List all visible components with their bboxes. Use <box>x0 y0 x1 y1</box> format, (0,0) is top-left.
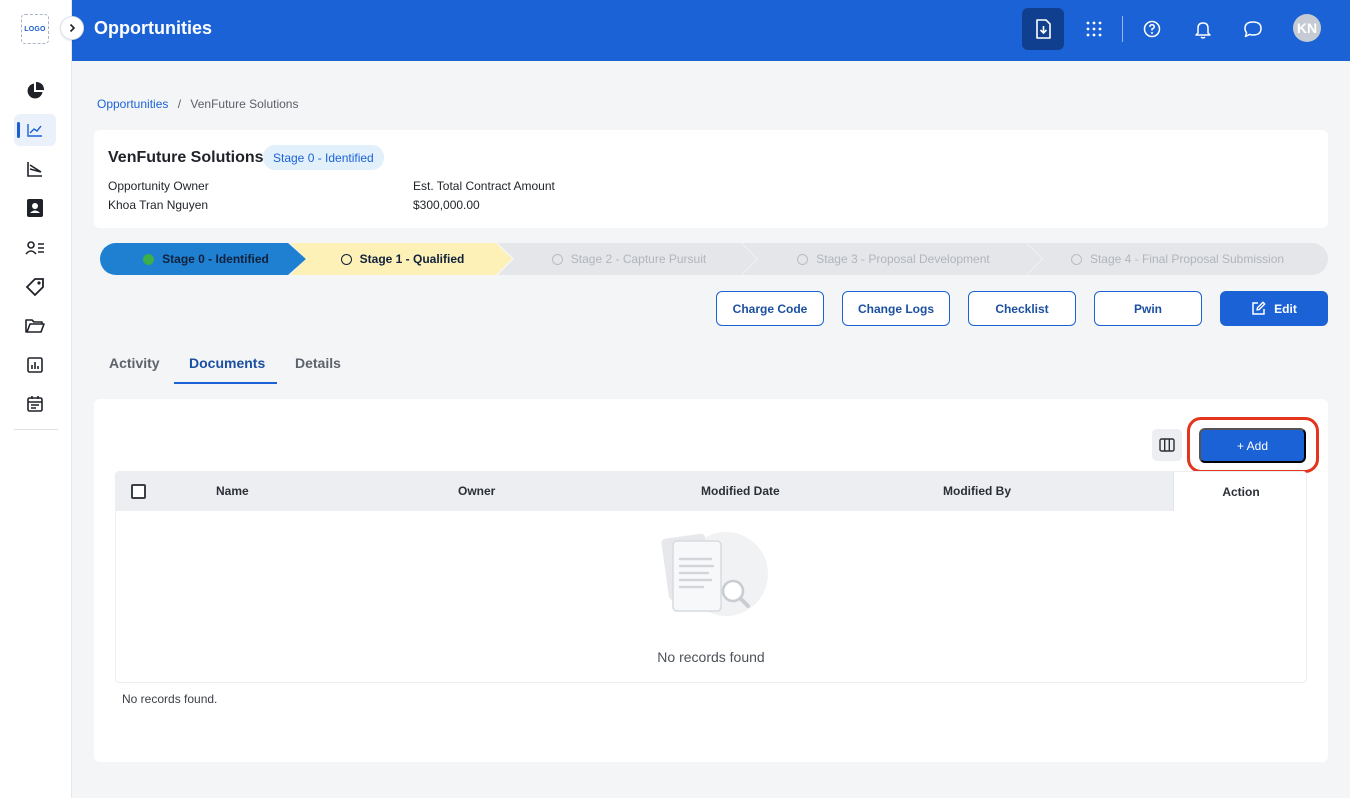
sidebar-item-contacts[interactable] <box>14 192 56 224</box>
table-footer-status: No records found. <box>122 692 218 706</box>
download-button[interactable] <box>1022 8 1064 50</box>
header-divider <box>1122 16 1123 42</box>
change-logs-button[interactable]: Change Logs <box>842 291 950 326</box>
stage-pending-dot-icon <box>797 253 809 265</box>
page-title: Opportunities <box>94 18 212 38</box>
sidebar-item-files[interactable] <box>14 310 56 342</box>
stage-label: Stage 1 - Qualified <box>359 252 465 266</box>
help-icon <box>1143 20 1161 38</box>
stage-current-dot-icon <box>340 253 352 265</box>
tab-documents[interactable]: Documents <box>189 355 265 371</box>
notifications-button[interactable] <box>1182 8 1224 50</box>
breadcrumb-link-opportunities[interactable]: Opportunities <box>97 97 168 111</box>
funnel-chart-icon <box>27 162 42 177</box>
edit-button-label: Edit <box>1274 301 1297 316</box>
top-header: Opportunities KN <box>72 0 1350 61</box>
column-header-owner[interactable]: Owner <box>458 484 495 498</box>
stage-label: Stage 2 - Capture Pursuit <box>570 252 707 266</box>
columns-icon <box>1159 438 1175 452</box>
stage-complete-dot-icon <box>143 253 155 265</box>
help-button[interactable] <box>1131 8 1173 50</box>
stage-pending-dot-icon <box>551 253 563 265</box>
stage-badge: Stage 0 - Identified <box>263 145 384 170</box>
sidebar-item-users[interactable] <box>14 232 56 264</box>
opportunity-summary-card: VenFuture Solutions Stage 0 - Identified… <box>94 130 1328 228</box>
sidebar-divider <box>14 429 58 430</box>
tag-icon <box>25 278 44 297</box>
sidebar-item-calendar[interactable] <box>14 388 56 420</box>
breadcrumb: Opportunities / VenFuture Solutions <box>97 97 298 111</box>
contact-card-icon <box>27 199 43 217</box>
checklist-button[interactable]: Checklist <box>968 291 1076 326</box>
opportunity-name: VenFuture Solutions <box>108 149 264 166</box>
apps-grid-icon <box>1086 21 1102 37</box>
breadcrumb-current: VenFuture Solutions <box>190 97 299 111</box>
empty-state-message: No records found <box>657 649 765 665</box>
pie-chart-icon <box>27 81 45 99</box>
tab-details[interactable]: Details <box>295 355 341 371</box>
owner-label: Opportunity Owner <box>108 179 209 193</box>
user-avatar[interactable]: KN <box>1293 14 1321 42</box>
stage-2[interactable]: Stage 2 - Capture Pursuit <box>498 243 757 275</box>
bell-icon <box>1195 21 1211 39</box>
stage-progress-bar: Stage 0 - Identified Stage 1 - Qualified… <box>100 243 1328 275</box>
stage-label: Stage 3 - Proposal Development <box>816 252 990 266</box>
add-document-button[interactable]: + Add <box>1199 428 1306 463</box>
bar-chart-icon <box>27 357 43 373</box>
edit-icon <box>1252 301 1266 315</box>
column-header-name[interactable]: Name <box>216 484 249 498</box>
app-logo: LOGO <box>21 14 49 44</box>
pwin-button[interactable]: Pwin <box>1094 291 1202 326</box>
chevron-right-icon <box>69 23 76 33</box>
stage-3[interactable]: Stage 3 - Proposal Development <box>742 243 1042 275</box>
sidebar: LOGO <box>0 0 72 798</box>
sidebar-expand-button[interactable] <box>60 16 84 40</box>
column-header-modified-by[interactable]: Modified By <box>943 484 1011 498</box>
chat-icon <box>1244 20 1262 37</box>
download-icon <box>1036 19 1051 39</box>
sidebar-item-reports[interactable] <box>14 349 56 381</box>
stage-1[interactable]: Stage 1 - Qualified <box>290 243 512 275</box>
sidebar-item-deals[interactable] <box>14 271 56 303</box>
column-header-action: Action <box>1173 472 1306 511</box>
table-header: Name Owner Modified Date Modified By Act… <box>116 472 1306 511</box>
stage-0[interactable]: Stage 0 - Identified <box>100 243 306 275</box>
documents-panel: + Add Name Owner Modified Date Modified … <box>94 399 1328 762</box>
column-settings-button[interactable] <box>1152 429 1182 461</box>
documents-table: Name Owner Modified Date Modified By Act… <box>115 471 1307 683</box>
user-list-icon <box>25 241 44 255</box>
apps-menu-button[interactable] <box>1073 8 1115 50</box>
column-header-modified-date[interactable]: Modified Date <box>701 484 780 498</box>
calendar-icon <box>27 396 43 412</box>
breadcrumb-separator: / <box>177 97 182 111</box>
active-tab-indicator <box>174 382 277 384</box>
stage-4[interactable]: Stage 4 - Final Proposal Submission <box>1027 243 1328 275</box>
sidebar-item-pipeline[interactable] <box>14 153 56 185</box>
stage-label: Stage 0 - Identified <box>162 252 269 266</box>
select-all-checkbox[interactable] <box>131 484 146 499</box>
stage-label: Stage 4 - Final Proposal Submission <box>1089 252 1285 266</box>
trend-line-icon <box>27 124 42 137</box>
amount-label: Est. Total Contract Amount <box>413 179 555 193</box>
empty-documents-illustration-icon <box>661 532 768 616</box>
folder-icon <box>25 319 45 333</box>
sidebar-item-opportunities[interactable] <box>14 114 56 146</box>
amount-value: $300,000.00 <box>413 198 480 212</box>
tab-activity[interactable]: Activity <box>109 355 160 371</box>
chat-button[interactable] <box>1232 8 1274 50</box>
edit-button[interactable]: Edit <box>1220 291 1328 326</box>
owner-value: Khoa Tran Nguyen <box>108 198 209 212</box>
stage-pending-dot-icon <box>1070 253 1082 265</box>
charge-code-button[interactable]: Charge Code <box>716 291 824 326</box>
sidebar-item-dashboard[interactable] <box>14 75 56 107</box>
